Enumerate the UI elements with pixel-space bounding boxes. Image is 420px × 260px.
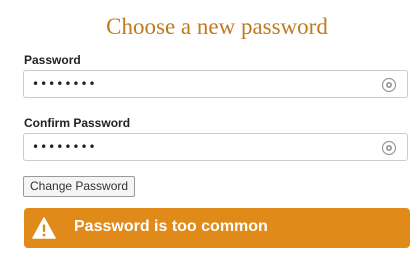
- change-password-button[interactable]: Change Password: [23, 176, 136, 197]
- password-error-alert: Password is too common: [24, 208, 410, 248]
- show-confirm-password-icon[interactable]: [381, 140, 397, 156]
- show-password-icon[interactable]: [381, 77, 397, 93]
- warning-icon: [32, 217, 56, 239]
- alert-message: Password is too common: [74, 218, 268, 235]
- confirm-password-field-container: [23, 133, 408, 161]
- password-field-container: [23, 70, 408, 98]
- password-input[interactable]: [24, 71, 382, 97]
- password-label: Password: [24, 53, 81, 67]
- confirm-password-input[interactable]: [24, 134, 382, 160]
- page-title: Choose a new password: [106, 14, 328, 39]
- confirm-password-label: Confirm Password: [24, 116, 131, 130]
